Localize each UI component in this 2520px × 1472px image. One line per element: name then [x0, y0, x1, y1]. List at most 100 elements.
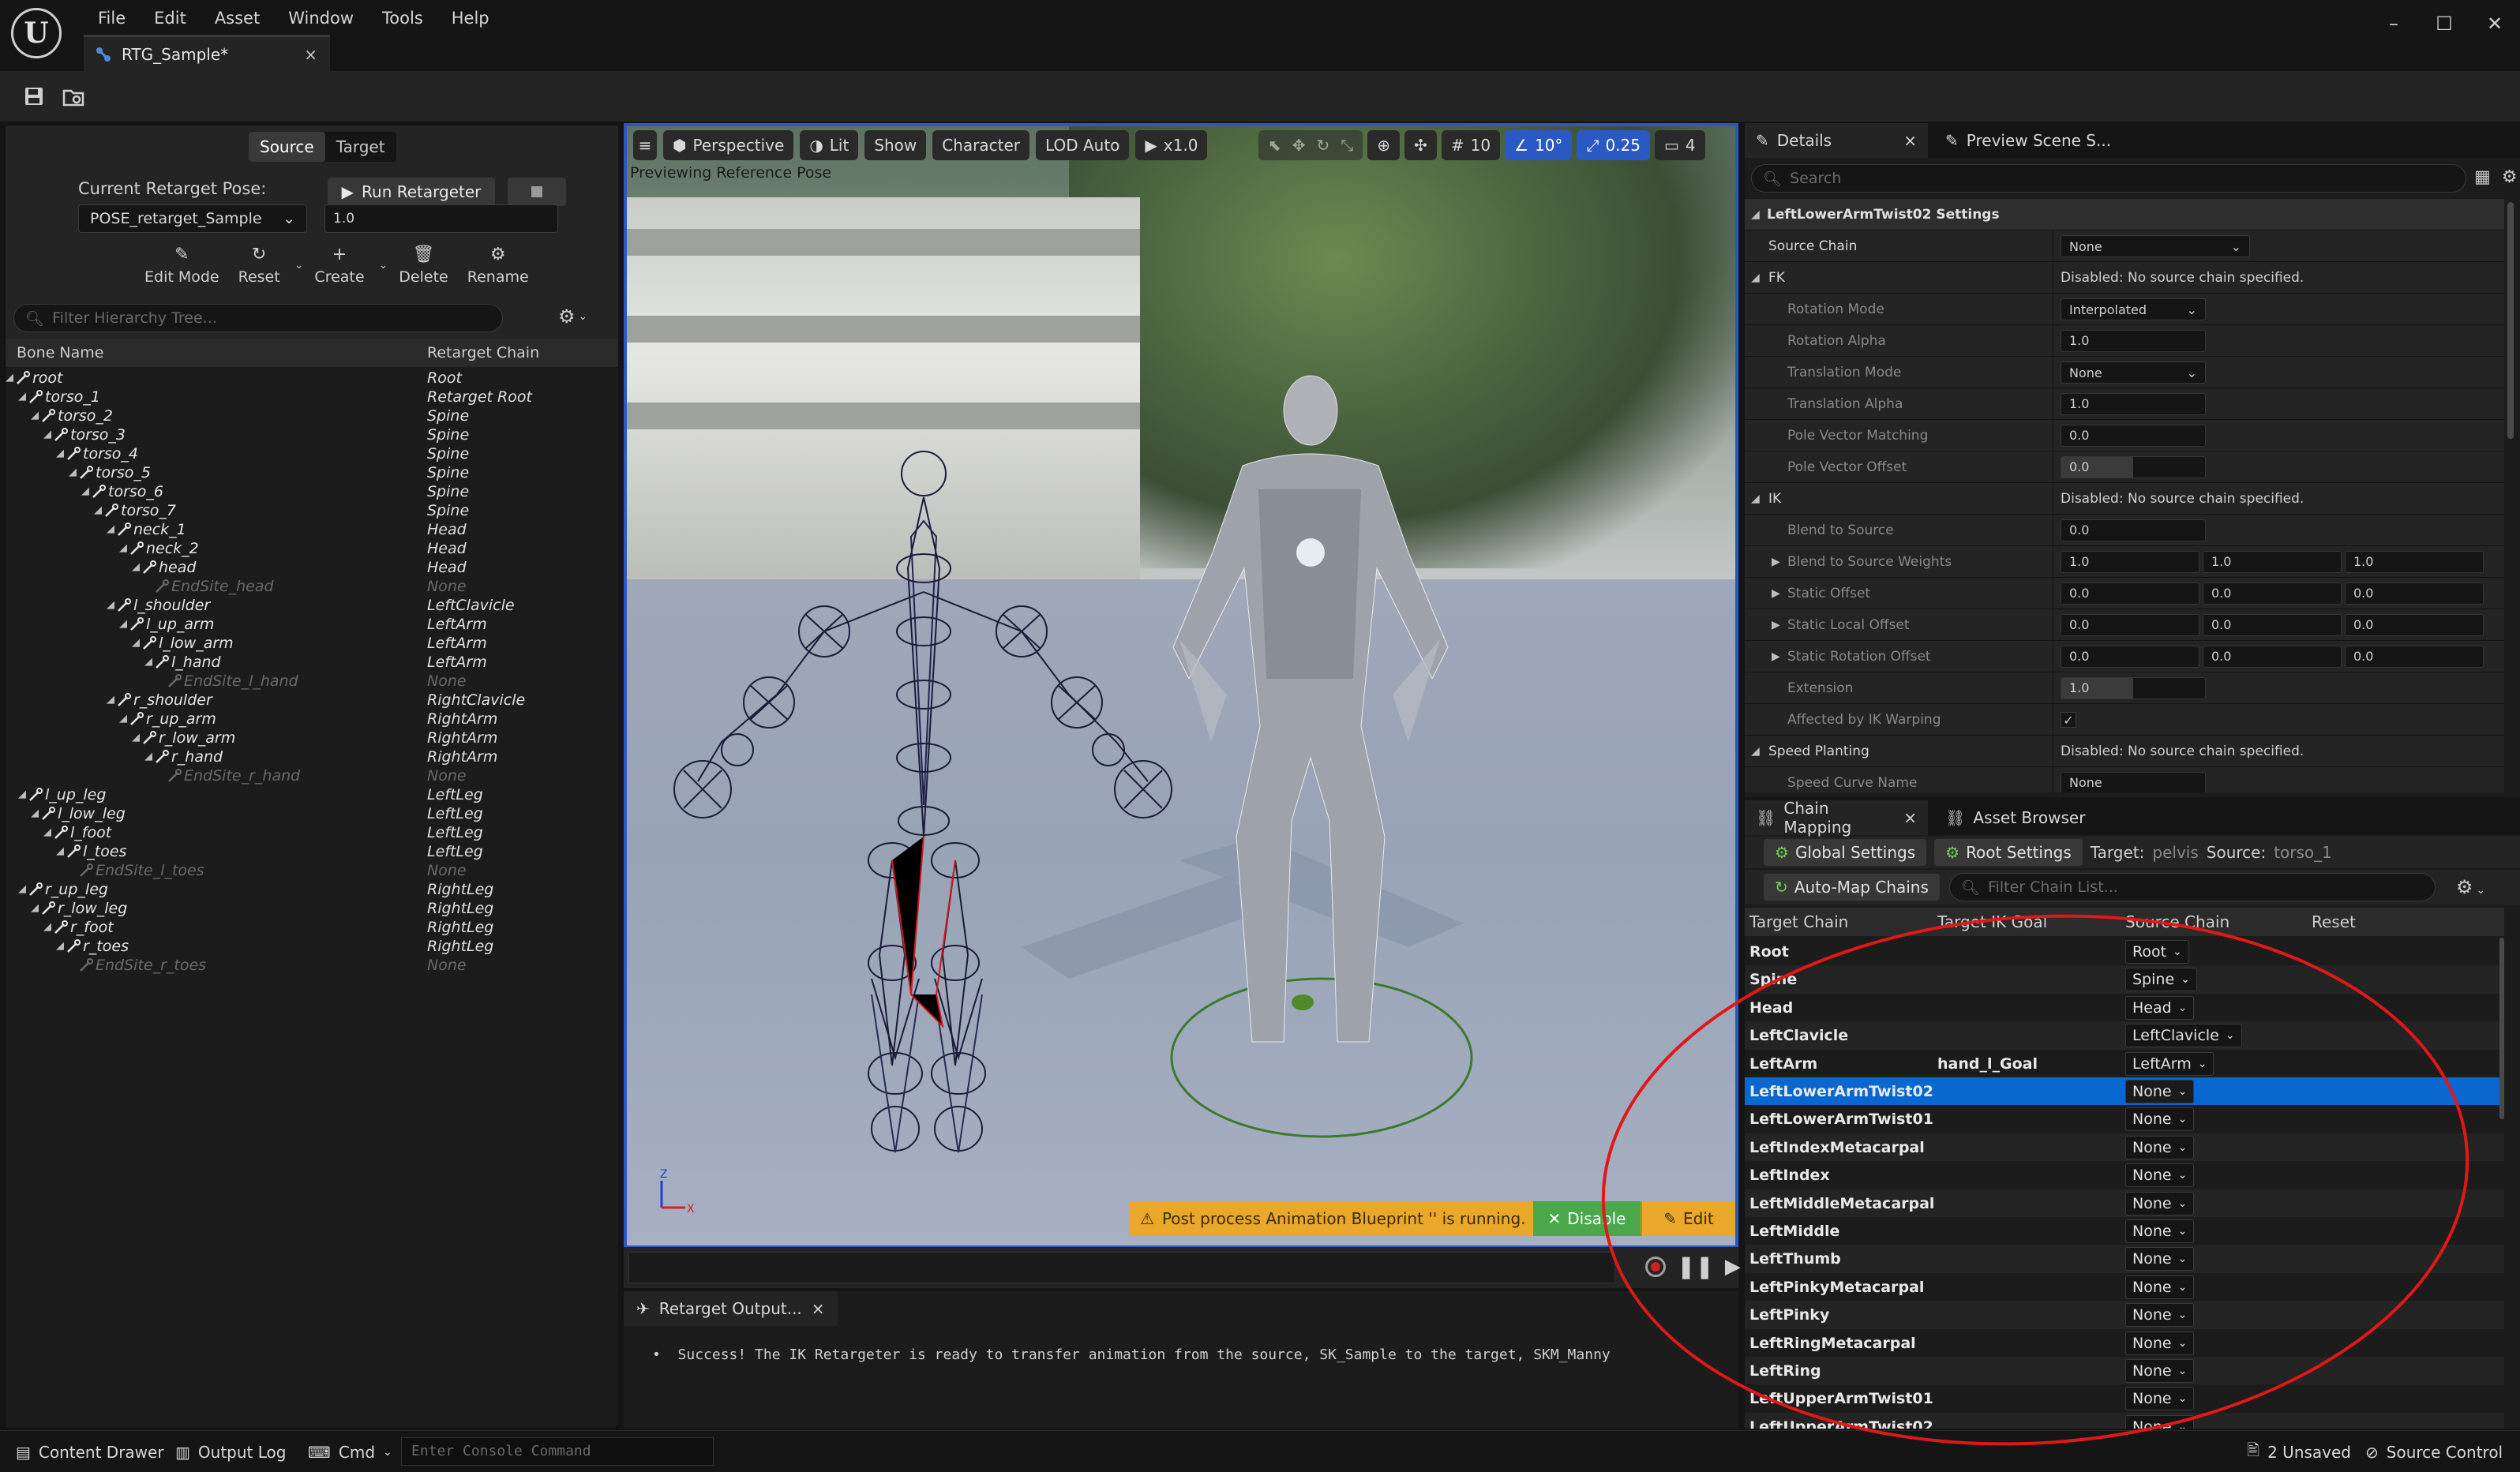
chain-row[interactable]: Spine Spine ⌄	[1745, 965, 2504, 994]
global-settings-button[interactable]: ⚙ Global Settings	[1764, 839, 1927, 866]
bone-row[interactable]: ◢ head Head	[6, 558, 618, 577]
chain-row[interactable]: LeftUpperArmTwist02 None ⌄	[1745, 1412, 2504, 1429]
bone-row[interactable]: ◢ neck_1 Head	[6, 520, 618, 539]
blend-weight-x-field[interactable]: 1.0	[2061, 551, 2199, 573]
expand-arrow-icon[interactable]: ▶	[1772, 609, 1780, 641]
source-chain-dropdown[interactable]: None ⌄	[2125, 1387, 2195, 1411]
tree-expand-icon[interactable]: ◢	[119, 539, 127, 558]
details-scrollbar[interactable]	[2507, 202, 2514, 439]
close-window-icon[interactable]: ✕	[2469, 0, 2520, 47]
chain-row[interactable]: LeftArm hand_l_Goal LeftArm ⌄	[1745, 1049, 2504, 1078]
source-control-button[interactable]: ⊘ Source Control	[2365, 1431, 2503, 1472]
tree-expand-icon[interactable]: ◢	[31, 899, 39, 918]
document-tab[interactable]: RTG_Sample* ×	[84, 35, 330, 71]
menu-tools[interactable]: Tools	[368, 5, 437, 32]
bone-row[interactable]: ◢ torso_3 Spine	[6, 425, 618, 444]
world-local-button[interactable]: ⊕	[1367, 130, 1401, 160]
tree-expand-icon[interactable]: ◢	[43, 918, 51, 937]
details-search-input[interactable]: 🔍︎ Search	[1751, 164, 2466, 193]
unreal-logo-icon[interactable]: U	[11, 8, 62, 58]
tree-expand-icon[interactable]: ◢	[144, 653, 152, 672]
source-chain-dropdown[interactable]: None ⌄	[2125, 1359, 2195, 1383]
bone-row[interactable]: ◢ l_toes LeftLeg	[6, 842, 618, 861]
static-local-z-field[interactable]: 0.0	[2345, 614, 2484, 636]
edit-mode-button[interactable]: ✎ Edit Mode	[137, 245, 227, 286]
bone-row[interactable]: ◢ l_foot LeftLeg	[6, 823, 618, 842]
unsaved-button[interactable]: 🖹 2 Unsaved	[2247, 1431, 2351, 1472]
tree-expand-icon[interactable]: ◢	[107, 691, 114, 710]
pole-vector-offset-field[interactable]: 0.0	[2061, 456, 2206, 478]
disable-button[interactable]: ✕ Disable	[1533, 1201, 1641, 1236]
column-bone-name[interactable]: Bone Name	[17, 339, 103, 367]
chain-row[interactable]: LeftThumb None ⌄	[1745, 1245, 2504, 1274]
ik-row[interactable]: ◢ IK Disabled: No source chain specified…	[1745, 483, 2504, 515]
bone-row[interactable]: EndSite_head None	[6, 577, 618, 596]
tree-expand-icon[interactable]: ◢	[56, 937, 64, 956]
create-button[interactable]: + Create	[306, 245, 372, 286]
auto-map-chains-button[interactable]: ↻ Auto-Map Chains	[1764, 874, 1940, 901]
source-chain-dropdown[interactable]: None ⌄	[2125, 1163, 2195, 1188]
rename-button[interactable]: ⚙ Rename	[459, 245, 537, 286]
bone-row[interactable]: ◢ root Root	[6, 369, 618, 388]
bone-row[interactable]: ◢ r_foot RightLeg	[6, 918, 618, 937]
expand-arrow-icon[interactable]: ▶	[1772, 578, 1780, 609]
tab-preview-scene-settings[interactable]: ✎ Preview Scene S...	[1934, 123, 2122, 158]
source-chain-dropdown[interactable]: None ⌄	[2125, 1080, 2195, 1103]
console-command-input[interactable]: Enter Console Command	[401, 1437, 714, 1466]
timeline-field[interactable]	[628, 1252, 1615, 1283]
bone-row[interactable]: ◢ r_shoulder RightClavicle	[6, 691, 618, 710]
static-local-x-field[interactable]: 0.0	[2061, 614, 2199, 636]
rotation-alpha-field[interactable]: 1.0	[2061, 330, 2206, 352]
tab-details[interactable]: ✎ Details ×	[1745, 123, 1928, 158]
close-tab-icon[interactable]: ×	[812, 1299, 825, 1318]
source-chain-dropdown[interactable]: None ⌄	[2125, 1191, 2195, 1215]
expand-arrow-icon[interactable]: ▶	[1772, 641, 1780, 672]
blend-weight-y-field[interactable]: 1.0	[2203, 551, 2342, 573]
chain-filter-input[interactable]: 🔍︎ Filter Chain List...	[1948, 873, 2436, 901]
reset-button[interactable]: ↻ Reset	[231, 245, 288, 286]
source-chain-dropdown[interactable]: None ⌄	[2125, 1219, 2195, 1243]
translation-alpha-field[interactable]: 1.0	[2061, 393, 2206, 415]
tree-expand-icon[interactable]: ◢	[94, 501, 102, 520]
static-local-y-field[interactable]: 0.0	[2203, 614, 2342, 636]
column-target-chain[interactable]: Target Chain	[1749, 908, 1848, 936]
bone-row[interactable]: ◢ neck_2 Head	[6, 539, 618, 558]
edit-button[interactable]: ✎ Edit	[1641, 1201, 1735, 1236]
tree-expand-icon[interactable]: ◢	[18, 880, 26, 899]
menu-window[interactable]: Window	[274, 5, 368, 32]
bone-row[interactable]: ◢ r_low_arm RightArm	[6, 729, 618, 747]
static-rotation-y-field[interactable]: 0.0	[2203, 646, 2342, 668]
chain-row[interactable]: LeftIndexMetacarpal None ⌄	[1745, 1133, 2504, 1162]
bone-row[interactable]: ◢ l_low_arm LeftArm	[6, 634, 618, 653]
chain-settings-button[interactable]: ⚙ ⌄	[2456, 876, 2485, 898]
menu-file[interactable]: File	[84, 5, 140, 32]
pause-icon[interactable]: ❚❚	[1677, 1253, 1714, 1279]
source-chain-dropdown[interactable]: None ⌄	[2125, 1135, 2195, 1159]
source-chain-dropdown[interactable]: LeftArm ⌄	[2125, 1051, 2214, 1076]
tree-expand-icon[interactable]: ◢	[81, 482, 89, 501]
grid-snap-button[interactable]: #10	[1441, 130, 1501, 160]
content-drawer-button[interactable]: ▤ Content Drawer	[16, 1431, 164, 1472]
collapse-arrow-icon[interactable]: ◢	[1751, 199, 1760, 230]
bone-row[interactable]: ◢ torso_5 Spine	[6, 463, 618, 482]
source-skeleton[interactable]	[627, 126, 1735, 1245]
chain-row[interactable]: LeftUpperArmTwist01 None ⌄	[1745, 1384, 2504, 1414]
create-chevron-icon[interactable]: ⌄	[379, 259, 388, 272]
tree-expand-icon[interactable]: ◢	[18, 785, 26, 804]
chain-row[interactable]: LeftRingMetacarpal None ⌄	[1745, 1328, 2504, 1358]
blend-weight-z-field[interactable]: 1.0	[2345, 551, 2484, 573]
bone-row[interactable]: ◢ l_shoulder LeftClavicle	[6, 596, 618, 615]
tab-source[interactable]: Source	[249, 132, 325, 162]
tree-expand-icon[interactable]: ◢	[43, 425, 51, 444]
bone-row[interactable]: EndSite_r_toes None	[6, 956, 618, 975]
chain-row[interactable]: Root Root ⌄	[1745, 938, 2504, 966]
bone-row[interactable]: ◢ l_hand LeftArm	[6, 653, 618, 672]
delete-button[interactable]: 🗑 Delete	[391, 245, 456, 286]
bone-row[interactable]: ◢ l_up_leg LeftLeg	[6, 785, 618, 804]
close-tab-icon[interactable]: ×	[1903, 808, 1917, 827]
transform-modes[interactable]: ⬉ ✥ ↻ ⤡	[1258, 130, 1363, 160]
cmd-button[interactable]: ⌨ Cmd ⌄	[308, 1431, 392, 1472]
character-button[interactable]: Character	[932, 130, 1030, 160]
column-source-chain[interactable]: Source Chain	[2125, 908, 2229, 936]
tree-expand-icon[interactable]: ◢	[56, 842, 64, 861]
